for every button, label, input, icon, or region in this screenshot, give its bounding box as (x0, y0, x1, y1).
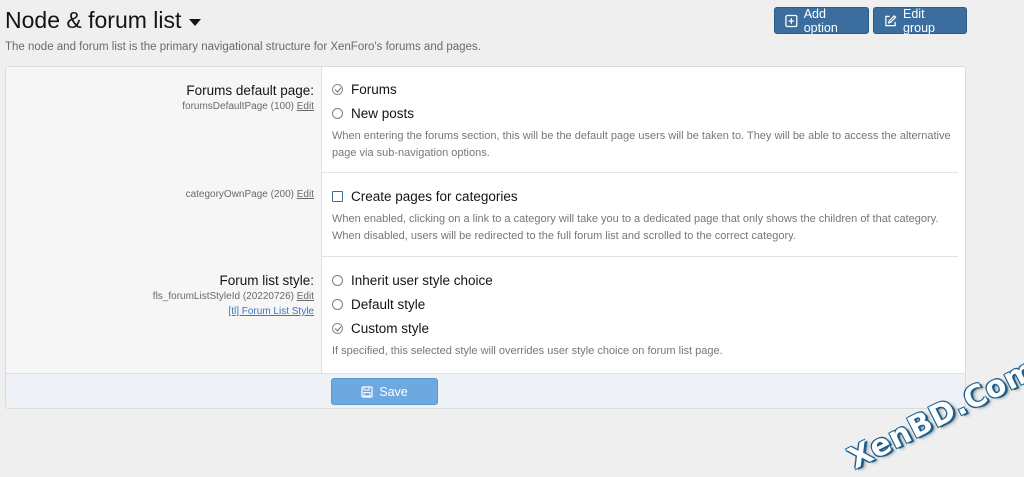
radio-checked-icon[interactable] (332, 84, 343, 95)
edit-group-button[interactable]: Edit group (873, 6, 967, 35)
forums-default-page-label: Forums default page: (186, 83, 314, 98)
radio-forums[interactable]: Forums (332, 82, 397, 97)
save-icon (361, 385, 373, 398)
add-option-button[interactable]: Add option (774, 6, 869, 35)
option-id-text: fls_forumListStyleId (20220726) (152, 291, 294, 302)
category-own-page-id: categoryOwnPage (200) Edit (186, 189, 314, 200)
radio-label: Default style (351, 297, 426, 312)
forum-list-style-id: fls_forumListStyleId (20220726) Edit (153, 291, 314, 302)
row-divider (322, 172, 958, 173)
edit-link[interactable]: Edit (297, 189, 314, 200)
radio-icon[interactable] (332, 275, 343, 286)
radio-checked-icon[interactable] (332, 323, 343, 334)
radio-label: Custom style (351, 321, 430, 336)
radio-label: New posts (351, 106, 415, 121)
edit-link[interactable]: Edit (297, 291, 314, 302)
edit-link[interactable]: Edit (297, 101, 314, 112)
checkbox-icon[interactable] (332, 191, 343, 202)
category-own-page-hint: When enabled, clicking on a link to a ca… (332, 213, 939, 242)
caret-down-icon[interactable] (189, 18, 202, 26)
radio-label: Forums (351, 82, 397, 97)
form-footer: Save (6, 373, 965, 408)
options-panel: Forums default page: forumsDefaultPage (… (5, 66, 966, 409)
page-title[interactable]: Node & forum list (5, 7, 202, 34)
edit-icon (885, 14, 897, 26)
label-column (6, 67, 322, 373)
option-id-text: forumsDefaultPage (100) (182, 101, 294, 112)
add-option-label: Add option (803, 6, 838, 35)
plus-square-icon (785, 14, 798, 27)
radio-default-style[interactable]: Default style (332, 297, 425, 312)
checkbox-label: Create pages for categories (351, 189, 518, 204)
radio-icon[interactable] (332, 299, 343, 310)
option-id-text: categoryOwnPage (200) (185, 189, 294, 200)
forums-default-page-hint: When entering the forums section, this w… (332, 130, 951, 159)
addon-link[interactable]: [tl] Forum List Style (228, 306, 314, 317)
edit-group-label: Edit group (903, 6, 935, 35)
radio-inherit-style[interactable]: Inherit user style choice (332, 273, 493, 288)
forum-list-style-hint: If specified, this selected style will o… (332, 345, 723, 357)
save-label: Save (379, 384, 408, 399)
radio-custom-style[interactable]: Custom style (332, 321, 429, 336)
page-title-text: Node & forum list (5, 7, 182, 33)
radio-icon[interactable] (332, 108, 343, 119)
radio-label: Inherit user style choice (351, 273, 493, 288)
row-divider (322, 256, 958, 257)
page-description: The node and forum list is the primary n… (5, 41, 481, 53)
radio-new-posts[interactable]: New posts (332, 106, 414, 121)
save-button[interactable]: Save (331, 378, 438, 405)
forum-list-style-label: Forum list style: (219, 273, 314, 288)
checkbox-create-pages[interactable]: Create pages for categories (332, 189, 518, 204)
forums-default-page-id: forumsDefaultPage (100) Edit (182, 101, 314, 112)
